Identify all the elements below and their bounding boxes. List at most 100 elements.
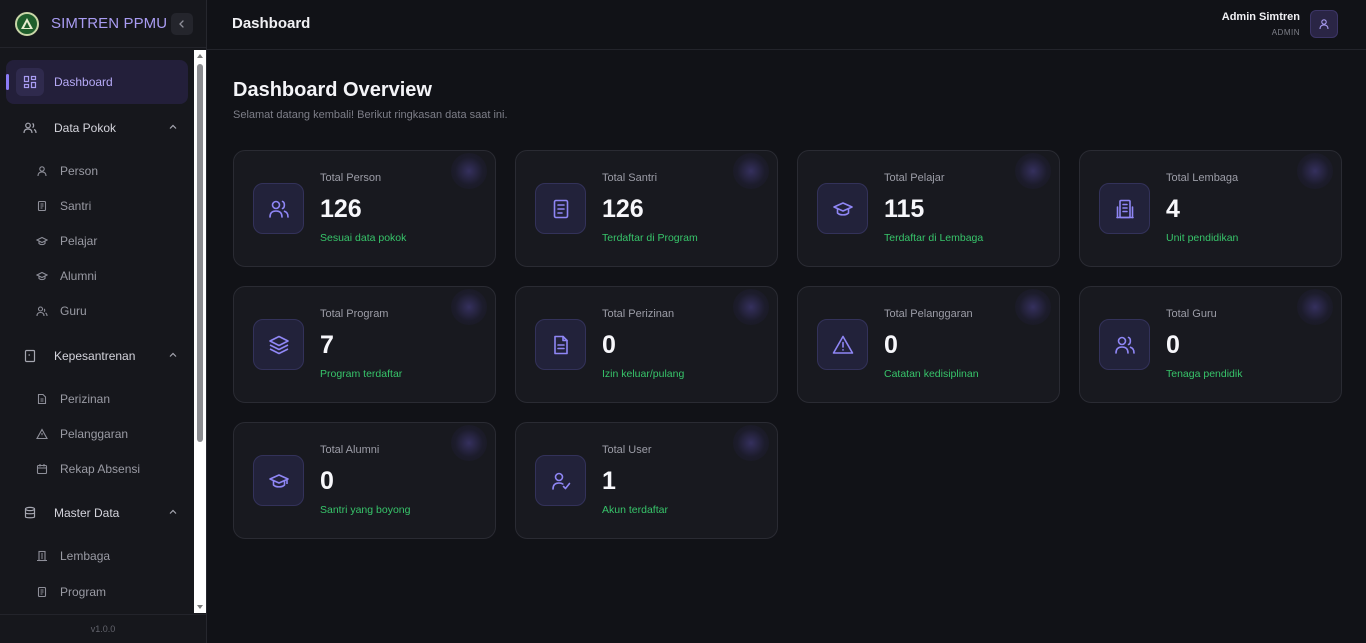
scroll-up-icon[interactable] — [197, 54, 203, 58]
card-title: Total Santri — [602, 172, 658, 184]
card-note: Akun terdaftar — [602, 504, 668, 516]
sidebar-item-label: Guru — [60, 304, 87, 318]
card-note: Sesuai data pokok — [320, 232, 407, 244]
card-glow — [733, 153, 769, 189]
stat-card-total-santri[interactable]: Total Santri 126 Terdaftar di Program — [515, 150, 778, 267]
stat-card-total-alumni[interactable]: Total Alumni 0 Santri yang boyong — [233, 422, 496, 539]
card-note: Terdaftar di Program — [602, 232, 698, 244]
user-name[interactable]: Admin Simtren — [1222, 11, 1300, 23]
collapse-sidebar-button[interactable] — [171, 13, 193, 35]
user-icon — [37, 166, 47, 177]
card-note: Tenaga pendidik — [1166, 368, 1243, 380]
building-icon — [1099, 183, 1150, 234]
card-glow — [733, 289, 769, 325]
sidebar-scrollbar[interactable] — [194, 50, 206, 613]
card-title: Total Pelajar — [884, 172, 945, 184]
chevron-left-icon — [179, 20, 184, 28]
graduation-cap-icon — [36, 236, 48, 246]
stat-card-total-program[interactable]: Total Program 7 Program terdaftar — [233, 286, 496, 403]
sidebar-item-perizinan[interactable]: Perizinan — [36, 389, 110, 409]
sidebar-item-program[interactable]: Program — [36, 582, 106, 602]
sidebar-item-pelajar[interactable]: Pelajar — [36, 231, 97, 251]
sidebar-group-kepesantrenan[interactable]: Kepesantrenan — [6, 334, 188, 378]
sidebar-item-alumni[interactable]: Alumni — [36, 266, 97, 286]
card-glow — [451, 425, 487, 461]
scroll-down-icon[interactable] — [197, 605, 203, 609]
chevron-up-icon — [169, 509, 177, 514]
sidebar-item-pelanggaran[interactable]: Pelanggaran — [36, 424, 128, 444]
sidebar-item-person[interactable]: Person — [36, 161, 98, 181]
user-role: ADMIN — [1271, 28, 1300, 37]
stat-card-total-lembaga[interactable]: Total Lembaga 4 Unit pendidikan — [1079, 150, 1342, 267]
document-icon — [535, 183, 586, 234]
app: SIMTREN PPMU Dashboard Data Pokok Person… — [0, 0, 1366, 643]
card-glow — [451, 289, 487, 325]
users-icon — [16, 114, 44, 142]
sidebar-group-master-data[interactable]: Master Data — [6, 491, 188, 535]
file-text-icon — [37, 393, 47, 405]
sidebar-item-label: Data Pokok — [54, 121, 117, 135]
book-icon — [16, 342, 44, 370]
alert-triangle-icon — [817, 319, 868, 370]
card-glow — [1015, 153, 1051, 189]
avatar[interactable] — [1310, 10, 1338, 38]
card-value: 126 — [602, 195, 644, 223]
sidebar-item-label: Dashboard — [54, 75, 113, 89]
sidebar-item-label: Program — [60, 585, 107, 599]
stat-card-total-guru[interactable]: Total Guru 0 Tenaga pendidik — [1079, 286, 1342, 403]
stat-card-total-user[interactable]: Total User 1 Akun terdaftar — [515, 422, 778, 539]
sidebar: SIMTREN PPMU Dashboard Data Pokok Person… — [0, 0, 207, 643]
card-title: Total Person — [320, 172, 382, 184]
sidebar-item-label: Person — [60, 164, 99, 178]
topbar: Dashboard Admin Simtren ADMIN — [207, 0, 1366, 50]
users-icon — [1099, 319, 1150, 370]
card-value: 0 — [884, 331, 898, 359]
card-title: Total Pelanggaran — [884, 308, 973, 320]
sidebar-item-label: Master Data — [54, 506, 120, 520]
card-value: 4 — [1166, 195, 1180, 223]
card-note: Catatan kedisiplinan — [884, 368, 979, 380]
sidebar-item-label: Santri — [60, 199, 92, 213]
grid-icon — [16, 68, 44, 96]
card-note: Unit pendidikan — [1166, 232, 1239, 244]
sidebar-item-santri[interactable]: Santri — [36, 196, 91, 216]
sidebar-item-label: Kepesantrenan — [54, 349, 136, 363]
card-glow — [1015, 289, 1051, 325]
stat-card-total-person[interactable]: Total Person 126 Sesuai data pokok — [233, 150, 496, 267]
brand-name: SIMTREN PPMU — [51, 15, 168, 32]
sidebar-item-dashboard[interactable]: Dashboard — [6, 60, 188, 104]
sidebar-item-lembaga[interactable]: Lembaga — [36, 546, 110, 566]
document-icon — [37, 200, 47, 212]
card-note: Terdaftar di Lembaga — [884, 232, 984, 244]
user-check-icon — [535, 455, 586, 506]
sidebar-item-label: Pelajar — [60, 234, 98, 248]
database-icon — [16, 499, 44, 527]
user-icon — [1319, 19, 1329, 30]
card-glow — [733, 425, 769, 461]
stat-card-total-perizinan[interactable]: Total Perizinan 0 Izin keluar/pulang — [515, 286, 778, 403]
graduation-cap-icon — [36, 271, 48, 281]
card-title: Total Perizinan — [602, 308, 675, 320]
sidebar-item-rekap-absensi[interactable]: Rekap Absensi — [36, 459, 140, 479]
card-value: 7 — [320, 331, 334, 359]
card-glow — [1297, 153, 1333, 189]
brand-logo-icon — [15, 11, 39, 36]
page-title: Dashboard — [232, 15, 311, 32]
layers-icon — [253, 319, 304, 370]
stat-card-total-pelajar[interactable]: Total Pelajar 115 Terdaftar di Lembaga — [797, 150, 1060, 267]
graduation-cap-icon — [253, 455, 304, 506]
card-value: 0 — [320, 467, 334, 495]
stat-card-total-pelanggaran[interactable]: Total Pelanggaran 0 Catatan kedisiplinan — [797, 286, 1060, 403]
file-text-icon — [535, 319, 586, 370]
sidebar-item-label: Rekap Absensi — [60, 462, 141, 476]
card-note: Santri yang boyong — [320, 504, 411, 516]
card-note: Izin keluar/pulang — [602, 368, 685, 380]
card-value: 1 — [602, 467, 616, 495]
scrollbar-thumb[interactable] — [197, 64, 203, 442]
sidebar-item-guru[interactable]: Guru — [36, 301, 87, 321]
alert-triangle-icon — [36, 428, 48, 440]
sidebar-group-data-pokok[interactable]: Data Pokok — [6, 106, 188, 150]
app-version: v1.0.0 — [0, 614, 206, 643]
card-value: 126 — [320, 195, 362, 223]
card-glow — [1297, 289, 1333, 325]
